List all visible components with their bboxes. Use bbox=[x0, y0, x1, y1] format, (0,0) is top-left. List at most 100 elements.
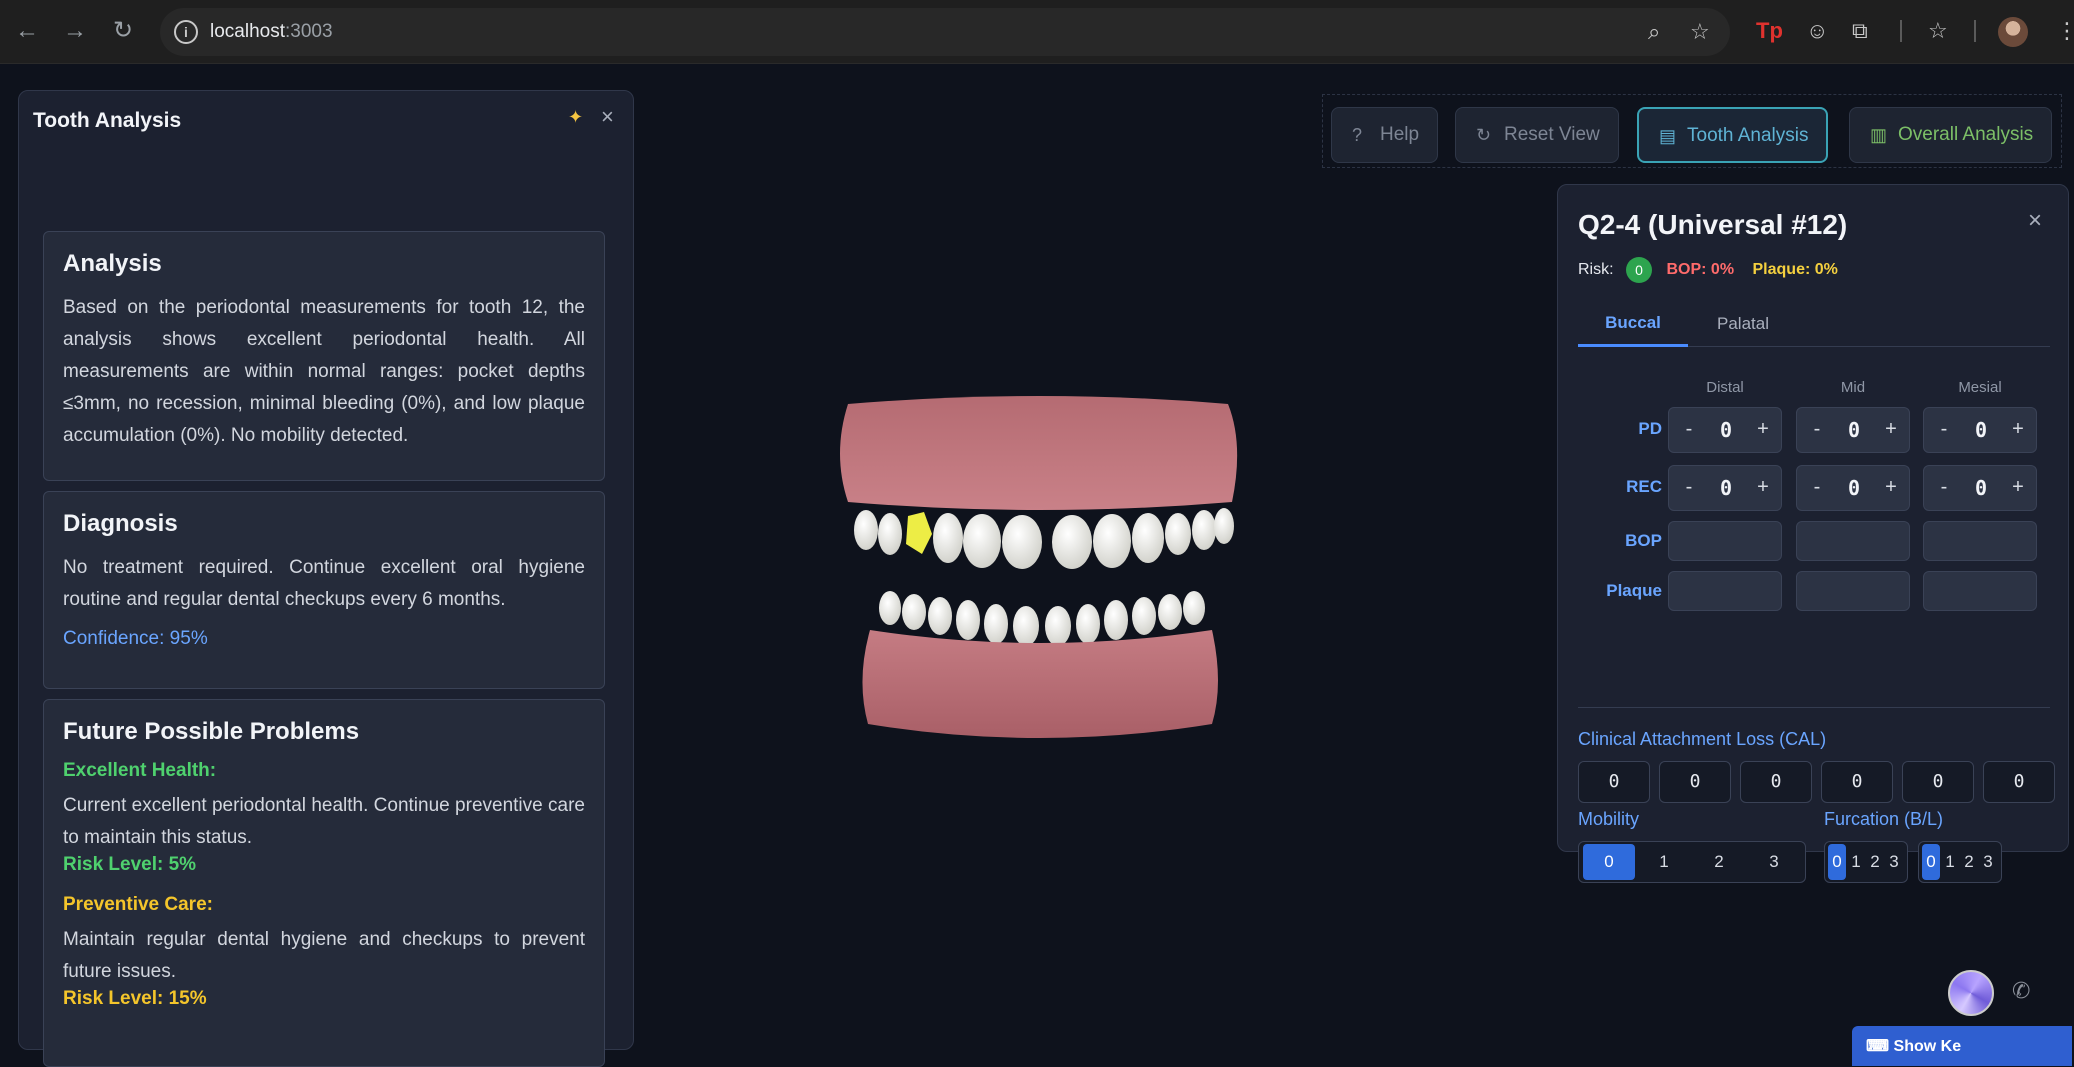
upper-gum bbox=[840, 396, 1238, 510]
site-info-icon[interactable]: i bbox=[174, 20, 198, 44]
problem-title: Excellent Health: bbox=[63, 760, 217, 781]
section-divider bbox=[1578, 707, 2050, 708]
app-page: Tooth Analysis ✦ × Analysis Based on the… bbox=[0, 64, 2074, 1067]
decrement-button[interactable]: - bbox=[1677, 476, 1701, 499]
rec-label: REC bbox=[1626, 477, 1662, 496]
furcation-lingual-selector: 0 1 2 3 bbox=[1918, 841, 2002, 883]
pin-icon[interactable]: ✦ bbox=[568, 107, 583, 128]
furcation-lingual-option-0[interactable]: 0 bbox=[1922, 844, 1940, 880]
furcation-title: Furcation (B/L) bbox=[1824, 809, 1944, 829]
plaque-distal-toggle[interactable] bbox=[1668, 571, 1782, 611]
decrement-button[interactable]: - bbox=[1677, 418, 1701, 441]
rec-mid-stepper[interactable]: - 0 + bbox=[1796, 465, 1910, 511]
increment-button[interactable]: + bbox=[1751, 476, 1775, 499]
lower-gum bbox=[862, 630, 1218, 738]
furcation-buccal-option-2[interactable]: 2 bbox=[1866, 844, 1884, 880]
bop-mesial-toggle[interactable] bbox=[1923, 521, 2037, 561]
tooth-analysis-button[interactable]: ▤ Tooth Analysis bbox=[1637, 107, 1829, 163]
problem-title: Preventive Care: bbox=[63, 894, 213, 915]
phone-icon[interactable]: ✆ bbox=[2012, 978, 2030, 1004]
url-text[interactable]: localhost:3003 bbox=[210, 21, 333, 43]
decrement-button[interactable]: - bbox=[1805, 476, 1829, 499]
tooth-status-row: Risk: 0 BOP: 0% Plaque: 0% bbox=[1578, 257, 1838, 283]
browser-toolbar: ← → ↻ i localhost:3003 ⌕ ☆ Tp ☺ ⧉ ☆ ⋮ bbox=[0, 0, 2074, 64]
pd-mid-stepper[interactable]: - 0 + bbox=[1796, 407, 1910, 453]
increment-button[interactable]: + bbox=[1879, 418, 1903, 441]
extension-tp-icon[interactable]: Tp bbox=[1756, 16, 1783, 46]
pd-mesial-stepper[interactable]: - 0 + bbox=[1923, 407, 2037, 453]
furcation-buccal-option-0[interactable]: 0 bbox=[1828, 844, 1846, 880]
furcation-buccal-selector: 0 1 2 3 bbox=[1824, 841, 1908, 883]
bookmark-star-icon[interactable]: ☆ bbox=[1690, 19, 1710, 45]
pd-mesial-value: 0 bbox=[1974, 418, 1988, 442]
cal-field[interactable]: 0 bbox=[1821, 761, 1893, 803]
rec-distal-value: 0 bbox=[1719, 476, 1733, 500]
decrement-button[interactable]: - bbox=[1805, 418, 1829, 441]
rec-mesial-stepper[interactable]: - 0 + bbox=[1923, 465, 2037, 511]
furcation-lingual-option-3[interactable]: 3 bbox=[1979, 844, 1997, 880]
close-tooth-panel-button[interactable]: × bbox=[2028, 207, 2042, 235]
forward-icon[interactable]: → bbox=[58, 14, 92, 48]
profile-avatar[interactable] bbox=[1998, 17, 2028, 47]
help-button[interactable]: ? Help bbox=[1331, 107, 1439, 163]
assistant-bubble-icon[interactable] bbox=[1948, 970, 1994, 1016]
close-panel-button[interactable]: × bbox=[601, 104, 614, 130]
furcation-lingual-option-1[interactable]: 1 bbox=[1941, 844, 1959, 880]
show-keyboard-shortcuts-button[interactable]: ⌨ Show Ke bbox=[1852, 1026, 2072, 1066]
back-icon[interactable]: ← bbox=[10, 14, 44, 48]
increment-button[interactable]: + bbox=[2006, 418, 2030, 441]
increment-button[interactable]: + bbox=[1751, 418, 1775, 441]
mobility-option-0[interactable]: 0 bbox=[1583, 844, 1635, 880]
problem-text: Maintain regular dental hygiene and chec… bbox=[63, 929, 585, 982]
plaque-label: Plaque bbox=[1606, 581, 1662, 600]
address-bar[interactable]: i localhost:3003 ⌕ ☆ bbox=[160, 8, 1730, 56]
bar-chart-icon: ▥ bbox=[1870, 125, 1888, 145]
reload-icon[interactable]: ↻ bbox=[106, 14, 140, 48]
analysis-card: Analysis Based on the periodontal measur… bbox=[43, 231, 605, 481]
tooth-title: Q2-4 (Universal #12) bbox=[1578, 209, 1848, 240]
risk-badge: 0 bbox=[1626, 257, 1653, 283]
furcation-lingual-option-2[interactable]: 2 bbox=[1960, 844, 1978, 880]
upper-teeth[interactable] bbox=[854, 508, 1234, 569]
tab-buccal[interactable]: Buccal bbox=[1578, 301, 1688, 347]
mobility-option-3[interactable]: 3 bbox=[1748, 844, 1800, 880]
plaque-mesial-toggle[interactable] bbox=[1923, 571, 2037, 611]
future-problems-heading: Future Possible Problems bbox=[63, 718, 360, 745]
bop-distal-toggle[interactable] bbox=[1668, 521, 1782, 561]
furcation-buccal-option-1[interactable]: 1 bbox=[1847, 844, 1865, 880]
panel-header: Tooth Analysis ✦ × bbox=[19, 91, 633, 147]
overall-analysis-button[interactable]: ▥ Overall Analysis bbox=[1849, 107, 2053, 163]
reset-view-button[interactable]: ↻ Reset View bbox=[1455, 107, 1619, 163]
increment-button[interactable]: + bbox=[2006, 476, 2030, 499]
diagnosis-card: Diagnosis No treatment required. Continu… bbox=[43, 491, 605, 689]
decrement-button[interactable]: - bbox=[1932, 476, 1956, 499]
teeth-3d-model[interactable] bbox=[820, 384, 1260, 824]
cal-field[interactable]: 0 bbox=[1740, 761, 1812, 803]
pd-distal-stepper[interactable]: - 0 + bbox=[1668, 407, 1782, 453]
furcation-buccal-option-3[interactable]: 3 bbox=[1885, 844, 1903, 880]
toolbar-separator bbox=[1974, 20, 1976, 42]
extensions-puzzle-icon[interactable]: ⧉ bbox=[1852, 16, 1868, 46]
tab-palatal[interactable]: Palatal bbox=[1698, 301, 1788, 347]
pd-label: PD bbox=[1638, 419, 1662, 438]
plaque-mid-toggle[interactable] bbox=[1796, 571, 1910, 611]
rec-mid-value: 0 bbox=[1847, 476, 1861, 500]
decrement-button[interactable]: - bbox=[1932, 418, 1956, 441]
toolbar-separator bbox=[1900, 20, 1902, 42]
cal-field[interactable]: 0 bbox=[1902, 761, 1974, 803]
mobility-option-2[interactable]: 2 bbox=[1693, 844, 1745, 880]
extension-face-icon[interactable]: ☺ bbox=[1806, 16, 1828, 46]
cal-field[interactable]: 0 bbox=[1659, 761, 1731, 803]
zoom-icon[interactable]: ⌕ bbox=[1648, 19, 1660, 45]
bookmarks-icon[interactable]: ☆ bbox=[1928, 16, 1948, 46]
increment-button[interactable]: + bbox=[1879, 476, 1903, 499]
selected-tooth-12[interactable] bbox=[906, 512, 932, 554]
bop-mid-toggle[interactable] bbox=[1796, 521, 1910, 561]
cal-field[interactable]: 0 bbox=[1578, 761, 1650, 803]
mobility-option-1[interactable]: 1 bbox=[1638, 844, 1690, 880]
rec-distal-stepper[interactable]: - 0 + bbox=[1668, 465, 1782, 511]
overall-analysis-label: Overall Analysis bbox=[1898, 124, 2034, 145]
analysis-heading: Analysis bbox=[63, 250, 162, 277]
more-menu-icon[interactable]: ⋮ bbox=[2056, 16, 2074, 46]
cal-field[interactable]: 0 bbox=[1983, 761, 2055, 803]
